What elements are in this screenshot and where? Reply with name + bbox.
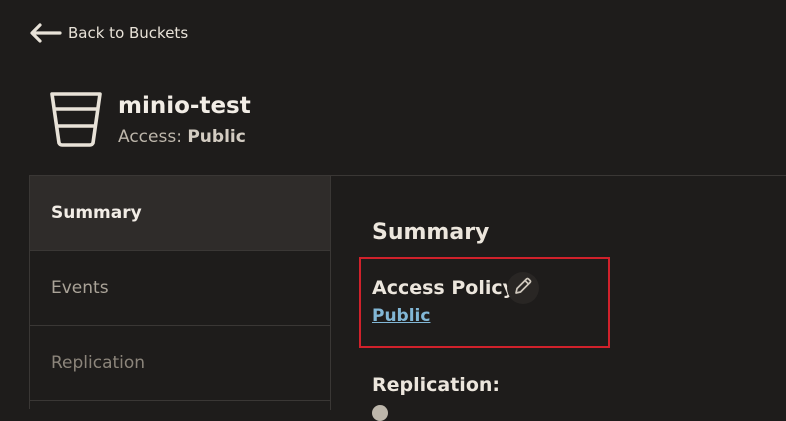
bucket-title-block: minio-test Access: Public (118, 91, 251, 147)
arrow-left-icon (28, 22, 62, 44)
sidebar-item-replication[interactable]: Replication (30, 326, 330, 401)
back-to-buckets-link[interactable]: Back to Buckets (28, 22, 188, 44)
replication-label: Replication: (372, 374, 500, 396)
sidebar-item-label: Events (51, 278, 109, 298)
access-policy-highlight (359, 257, 610, 348)
bucket-icon (48, 90, 104, 148)
bucket-access: Access: Public (118, 127, 251, 147)
replication-status-indicator (372, 405, 388, 421)
summary-title: Summary (372, 220, 490, 245)
bucket-header: minio-test Access: Public (48, 90, 251, 148)
bucket-sidebar: Summary Events Replication (30, 176, 331, 410)
sidebar-item-label: Summary (51, 203, 142, 223)
sidebar-item-label: Replication (51, 353, 146, 373)
bucket-details-panel: Summary Events Replication Summary Acces… (29, 175, 786, 421)
bucket-access-value: Public (187, 127, 246, 147)
sidebar-item-events[interactable]: Events (30, 251, 330, 326)
back-to-buckets-label: Back to Buckets (68, 24, 189, 42)
bucket-access-label: Access: (118, 127, 182, 147)
access-policy-value-link[interactable]: Public (372, 306, 430, 326)
access-policy-label: Access Policy: (372, 277, 523, 299)
pencil-icon (513, 276, 533, 300)
sidebar-item-summary[interactable]: Summary (30, 176, 330, 251)
summary-section-header: Summary (372, 220, 489, 245)
bucket-name: minio-test (118, 93, 251, 119)
edit-access-policy-button[interactable] (507, 272, 539, 304)
